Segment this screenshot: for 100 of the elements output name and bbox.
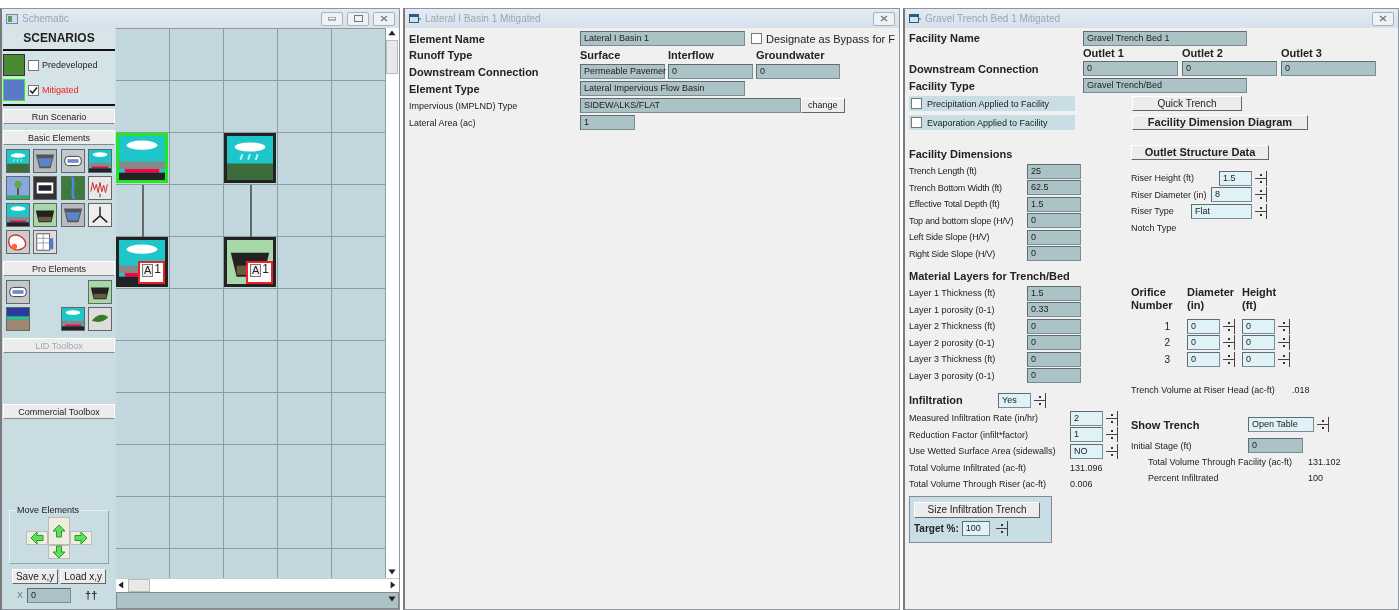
dimension-field[interactable]: 0 bbox=[1027, 246, 1081, 262]
riser-field[interactable]: Flat bbox=[1191, 203, 1252, 219]
spin-buttons[interactable] bbox=[1278, 335, 1290, 351]
layer-field[interactable]: 0 bbox=[1027, 318, 1081, 334]
connection-field[interactable]: Permeable Pavemer bbox=[580, 64, 665, 79]
scroll-thumb[interactable] bbox=[386, 40, 398, 74]
height-field[interactable]: 0 bbox=[1242, 335, 1275, 351]
run-scenario-button[interactable]: Run Scenario bbox=[3, 109, 115, 124]
diameter-field[interactable]: 0 bbox=[1187, 318, 1220, 334]
size-trench-button[interactable]: Size Infiltration Trench bbox=[914, 501, 1040, 518]
layer-field[interactable]: 0 bbox=[1027, 351, 1081, 367]
section-button[interactable]: Basic Elements bbox=[3, 130, 115, 145]
leaf-icon[interactable] bbox=[88, 307, 112, 331]
layer-field[interactable]: 1.5 bbox=[1027, 285, 1081, 301]
target-field[interactable]: 100 bbox=[961, 521, 990, 536]
dimension-field[interactable]: 62.5 bbox=[1027, 180, 1081, 196]
infiltration-field[interactable]: 2 bbox=[1070, 410, 1103, 426]
move-up-button[interactable] bbox=[48, 517, 70, 545]
facility-type-field[interactable]: Gravel Trench/Bed bbox=[1083, 78, 1247, 93]
rain-cloud-node[interactable] bbox=[224, 133, 276, 183]
load-xy-button[interactable]: Load x,y bbox=[60, 568, 107, 584]
checkbox[interactable] bbox=[911, 117, 922, 128]
facility-name-field[interactable]: Gravel Trench Bed 1 bbox=[1083, 30, 1247, 46]
impervious-type-field[interactable]: SIDEWALKS/FLAT bbox=[580, 98, 801, 113]
spin-buttons[interactable] bbox=[1223, 351, 1235, 367]
element-type-field[interactable]: Lateral Impervious Flow Basin bbox=[580, 81, 745, 96]
vertical-scrollbar[interactable] bbox=[386, 28, 399, 578]
infiltration-field[interactable]: 1 bbox=[1070, 427, 1103, 443]
connection-field[interactable]: 0 bbox=[1281, 61, 1376, 76]
spin-buttons[interactable] bbox=[1278, 351, 1290, 367]
riser-field[interactable]: 1.5 bbox=[1219, 170, 1252, 186]
arrow-right-icon[interactable] bbox=[74, 531, 88, 545]
spin-buttons[interactable] bbox=[1106, 410, 1118, 426]
connection-field[interactable]: 0 bbox=[668, 64, 753, 79]
pipe-icon[interactable] bbox=[60, 149, 85, 173]
close-button[interactable] bbox=[1372, 11, 1394, 26]
scroll-thumb[interactable] bbox=[128, 579, 150, 592]
pond-icon[interactable] bbox=[6, 230, 30, 254]
infiltration-field[interactable]: NO bbox=[1070, 443, 1103, 459]
layer-field[interactable]: 0.33 bbox=[1027, 302, 1081, 318]
arrow-left-icon[interactable] bbox=[30, 531, 44, 545]
dimension-field[interactable]: 0 bbox=[1027, 229, 1081, 245]
checkbox[interactable] bbox=[28, 84, 39, 96]
outlet-structure-button[interactable]: Outlet Structure Data bbox=[1131, 145, 1269, 160]
checkbox[interactable] bbox=[911, 98, 922, 109]
spin-buttons[interactable] bbox=[1278, 318, 1290, 334]
basin-icon[interactable] bbox=[33, 149, 58, 173]
section-button[interactable]: Pro Elements bbox=[3, 261, 115, 276]
dimension-field[interactable]: 25 bbox=[1027, 163, 1081, 179]
rain-over-road-node[interactable] bbox=[116, 133, 168, 183]
save-xy-button[interactable]: Save x,y bbox=[11, 568, 59, 584]
spin-buttons[interactable] bbox=[1223, 318, 1235, 334]
table-icon[interactable] bbox=[33, 230, 58, 254]
spin-buttons[interactable] bbox=[1223, 335, 1235, 351]
spin-buttons[interactable] bbox=[1106, 427, 1118, 443]
layer-field[interactable]: 0 bbox=[1027, 368, 1081, 384]
rain-over-road-icon[interactable] bbox=[6, 203, 30, 227]
initial-stage-field[interactable]: 0 bbox=[1248, 438, 1303, 453]
x-field[interactable]: 0 bbox=[27, 587, 71, 603]
basin-icon[interactable] bbox=[60, 203, 85, 227]
spin-buttons[interactable] bbox=[995, 521, 1008, 536]
horizontal-scrollbar[interactable] bbox=[116, 578, 399, 592]
spin-buttons[interactable] bbox=[1034, 392, 1046, 408]
close-button[interactable] bbox=[373, 11, 395, 26]
move-down-button[interactable] bbox=[48, 545, 70, 559]
dropdown-field[interactable] bbox=[116, 592, 399, 609]
rain-over-road-icon[interactable] bbox=[88, 149, 112, 173]
section-button[interactable]: Commercial Toolbox bbox=[3, 404, 115, 419]
connection-field[interactable]: 0 bbox=[1083, 61, 1178, 76]
maximize-button[interactable] bbox=[347, 11, 369, 26]
height-field[interactable]: 0 bbox=[1242, 318, 1275, 334]
grid-button[interactable]: †† bbox=[85, 589, 98, 601]
change-button[interactable]: change bbox=[801, 98, 845, 113]
move-right-button[interactable] bbox=[70, 531, 92, 545]
arrow-down-icon[interactable] bbox=[52, 545, 66, 559]
dimension-diagram-button[interactable]: Facility Dimension Diagram bbox=[1132, 115, 1308, 130]
dimension-field[interactable]: 1.5 bbox=[1027, 196, 1081, 212]
move-left-button[interactable] bbox=[26, 531, 48, 545]
diameter-field[interactable]: 0 bbox=[1187, 335, 1220, 351]
rain-over-road-node[interactable]: A 1 bbox=[116, 237, 168, 287]
trench-icon[interactable] bbox=[88, 280, 112, 304]
trench-icon[interactable] bbox=[33, 203, 58, 227]
chart-icon[interactable] bbox=[88, 176, 112, 200]
rain-over-road-icon[interactable] bbox=[60, 307, 85, 331]
spin-buttons[interactable] bbox=[1106, 443, 1118, 459]
close-button[interactable] bbox=[873, 11, 895, 26]
spin-buttons[interactable] bbox=[1255, 187, 1267, 203]
soil-layers-icon[interactable] bbox=[6, 307, 30, 331]
quick-trench-button[interactable]: Quick Trench bbox=[1132, 96, 1242, 111]
infiltration-field[interactable]: Yes bbox=[998, 392, 1031, 408]
arrow-up-icon[interactable] bbox=[52, 524, 66, 538]
connection-field[interactable]: 0 bbox=[756, 64, 840, 79]
diameter-field[interactable]: 0 bbox=[1187, 351, 1220, 367]
height-field[interactable]: 0 bbox=[1242, 351, 1275, 367]
element-name-field[interactable]: Lateral I Basin 1 bbox=[580, 31, 745, 46]
checkbox[interactable] bbox=[28, 59, 39, 71]
riser-field[interactable]: 8 bbox=[1211, 187, 1252, 203]
channel-icon[interactable] bbox=[60, 176, 85, 200]
layer-field[interactable]: 0 bbox=[1027, 335, 1081, 351]
dimension-field[interactable]: 0 bbox=[1027, 213, 1081, 229]
